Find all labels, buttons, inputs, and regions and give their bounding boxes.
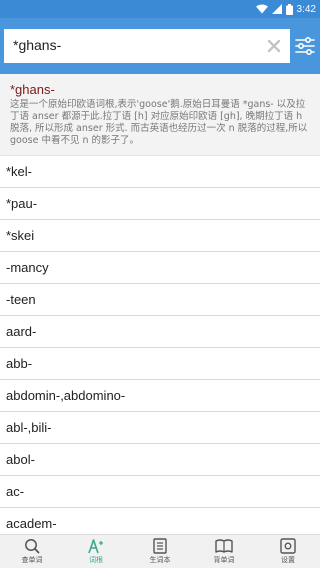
list-item[interactable]: abb- (0, 348, 320, 380)
list-item[interactable]: aard- (0, 316, 320, 348)
list-item[interactable]: *pau- (0, 188, 320, 220)
app-bar: *ghans- (0, 18, 320, 74)
list-item[interactable]: *skei (0, 220, 320, 252)
wifi-icon (255, 4, 268, 14)
result-entry: *ghans- 这是一个原始印欧语词根,表示'goose'鹅.原始日耳曼语 *g… (0, 74, 320, 156)
list-item[interactable]: abl-,bili- (0, 412, 320, 444)
settings-icon (280, 538, 296, 554)
nav-memorize-words[interactable]: 背单词 (192, 535, 256, 568)
nav-label: 设置 (281, 556, 295, 564)
notebook-icon (153, 538, 167, 554)
filter-settings-icon[interactable] (294, 36, 316, 56)
entry-word: *ghans- (10, 82, 55, 97)
search-icon (25, 539, 40, 554)
nav-label: 生词本 (149, 556, 171, 564)
bottom-nav: 查单词 词根 生词本 背单词 设置 (0, 534, 320, 568)
nav-label: 词根 (89, 556, 103, 564)
list-item[interactable]: -teen (0, 284, 320, 316)
list-item[interactable]: ac- (0, 476, 320, 508)
list-item[interactable]: abdomin-,abdomino- (0, 380, 320, 412)
status-bar: 3:42 (0, 0, 320, 18)
battery-icon (285, 3, 293, 15)
nav-lookup-word[interactable]: 查单词 (0, 535, 64, 568)
nav-settings[interactable]: 设置 (256, 535, 320, 568)
search-input[interactable]: *ghans- (13, 37, 61, 53)
nav-word-roots[interactable]: 词根 (64, 535, 128, 568)
signal-icon (271, 4, 282, 14)
list-item[interactable]: *kel- (0, 156, 320, 188)
list-item[interactable]: -mancy (0, 252, 320, 284)
root-list: *kel- *pau- *skei -mancy -teen aard- abb… (0, 156, 320, 540)
search-box[interactable]: *ghans- (4, 29, 290, 63)
book-icon (215, 539, 233, 553)
list-item[interactable]: abol- (0, 444, 320, 476)
clear-icon[interactable] (266, 38, 282, 54)
entry-definition: 这是一个原始印欧语词根,表示'goose'鹅.原始日耳曼语 *gans- 以及拉… (10, 99, 308, 146)
nav-label: 背单词 (213, 556, 235, 564)
nav-vocabulary-notebook[interactable]: 生词本 (128, 535, 192, 568)
status-time: 3:42 (296, 3, 316, 15)
nav-label: 查单词 (21, 556, 43, 564)
root-icon (88, 539, 103, 554)
